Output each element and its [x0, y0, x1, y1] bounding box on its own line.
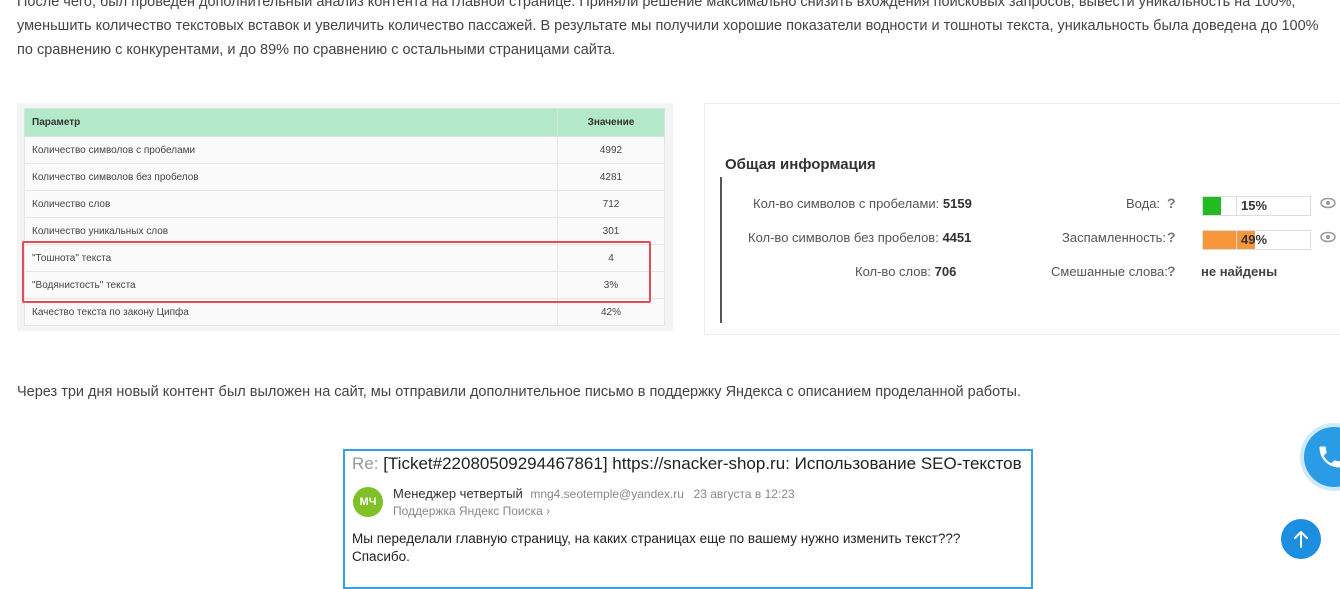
email-screenshot: Re: [Ticket#22080509294467861] https://s…	[343, 449, 1033, 589]
mixed-words-label: Смешанные слова:	[1051, 264, 1168, 279]
column-header-value: Значение	[557, 108, 665, 137]
email-body-line: Мы переделали главную страницу, на каких…	[352, 531, 961, 546]
callback-button[interactable]	[1304, 427, 1340, 487]
help-icon[interactable]: ?	[1167, 263, 1176, 279]
water-progress-fill	[1203, 197, 1221, 215]
water-progress-bar: 15%	[1202, 196, 1311, 216]
arrow-up-icon	[1294, 531, 1308, 548]
email-re-prefix: Re:	[352, 454, 379, 473]
help-icon[interactable]: ?	[1167, 229, 1176, 245]
table-row: Количество символов без пробелов 4281	[24, 163, 665, 191]
sender-email: mng4.seotemple@yandex.ru	[530, 487, 684, 501]
water-label: Вода:	[1126, 196, 1161, 211]
highlight-box	[22, 241, 651, 303]
panel-title: Общая информация	[725, 156, 876, 173]
stat-label: Кол-во символов с пробелами:	[753, 196, 940, 211]
eye-icon[interactable]	[1320, 196, 1336, 212]
table-cell-parameter: Количество слов	[24, 190, 558, 218]
stat-value: 5159	[942, 196, 972, 211]
stat-label: Кол-во символов без пробелов:	[748, 230, 939, 245]
table-row: Количество символов с пробелами 4992	[24, 136, 665, 164]
stat-words: Кол-во слов: 706	[855, 264, 956, 279]
eye-icon[interactable]	[1320, 230, 1336, 246]
email-recipient: Поддержка Яндекс Поиска ›	[393, 504, 550, 518]
stat-chars-with-spaces: Кол-во символов с пробелами: 5159	[753, 196, 972, 211]
article-paragraph-line: После чего, был проведен дополнительный …	[17, 0, 1296, 10]
avatar: МЧ	[353, 487, 383, 517]
article-paragraph-line: уменьшить количество текстовых вставок и…	[17, 18, 1319, 34]
phone-icon	[1319, 446, 1340, 468]
email-subject-text: [Ticket#22080509294467861] https://snack…	[383, 454, 1022, 473]
stat-value: 4451	[942, 230, 972, 245]
bar-separator	[1236, 231, 1237, 249]
table-cell-parameter: Количество символов с пробелами	[24, 136, 558, 164]
email-subject: Re: [Ticket#22080509294467861] https://s…	[352, 454, 1022, 474]
table-header-row: Параметр Значение	[24, 108, 665, 137]
water-percent: 15%	[1241, 198, 1268, 213]
text-stats-panel: Общая информация Кол-во символов с пробе…	[704, 103, 1340, 335]
scroll-to-top-button[interactable]	[1281, 519, 1321, 559]
stat-chars-without-spaces: Кол-во символов без пробелов: 4451	[748, 230, 971, 245]
mixed-words-value: не найдены	[1201, 264, 1278, 279]
divider	[720, 177, 722, 323]
table-row: Количество слов 712	[24, 190, 665, 218]
bar-separator	[1236, 197, 1237, 215]
stat-value: 706	[934, 264, 957, 279]
help-icon[interactable]: ?	[1167, 195, 1176, 211]
email-body-line: Спасибо.	[352, 549, 410, 564]
recipient-name: Поддержка Яндекс Поиска	[393, 504, 543, 518]
table-cell-value: 4281	[557, 163, 665, 191]
table-cell-parameter: Количество символов без пробелов	[24, 163, 558, 191]
sender-name: Менеджер четвертый	[393, 486, 523, 501]
article-paragraph: Через три дня новый контент был выложен …	[17, 384, 1021, 400]
spam-progress-bar: 49%	[1202, 230, 1311, 250]
chevron-right-icon: ›	[546, 504, 551, 518]
spam-percent: 49%	[1241, 232, 1268, 247]
email-date: 23 августа в 12:23	[693, 487, 795, 501]
stat-label: Кол-во слов:	[855, 264, 932, 279]
article-paragraph-line: по сравнению с конкурентами, и до 89% по…	[17, 42, 616, 58]
table-cell-value: 712	[557, 190, 665, 218]
table-cell-value: 4992	[557, 136, 665, 164]
spam-label: Заспамленность:	[1062, 230, 1167, 245]
email-sender: Менеджер четвертый mng4.seotemple@yandex…	[393, 486, 795, 501]
column-header-parameter: Параметр	[24, 108, 558, 137]
